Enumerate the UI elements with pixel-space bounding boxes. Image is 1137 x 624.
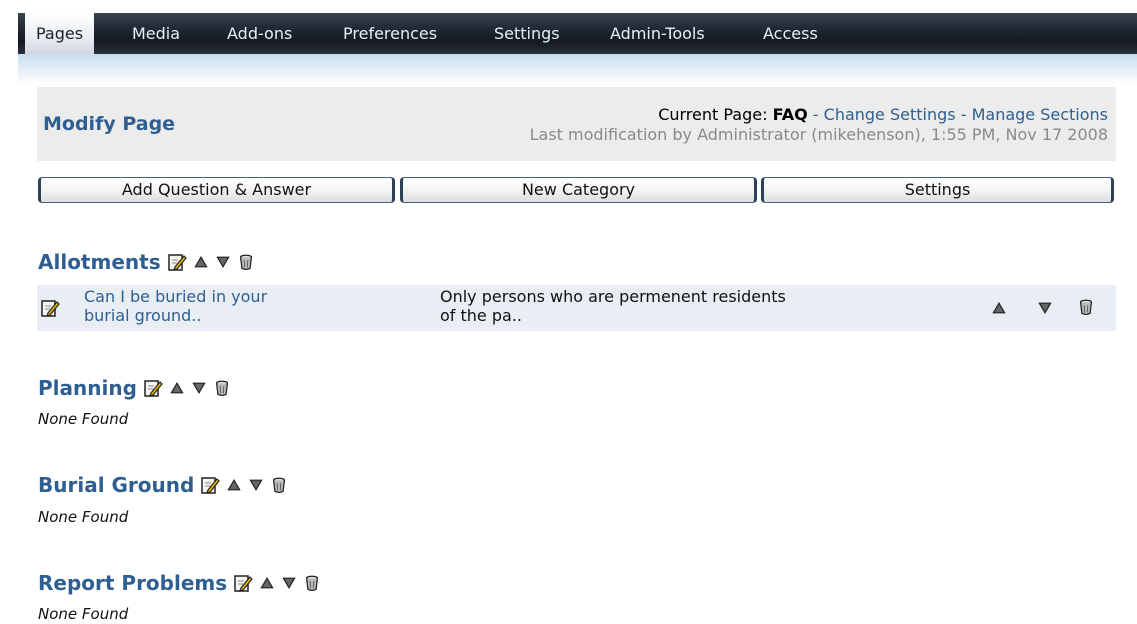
question-text-line2: burial ground.. — [84, 306, 202, 325]
move-down-icon[interactable] — [191, 380, 207, 396]
empty-message: None Found — [38, 605, 129, 623]
move-up-icon[interactable] — [991, 300, 1007, 316]
move-down-icon[interactable] — [281, 575, 297, 591]
answer-text-line1: Only persons who are permenent residents — [440, 287, 786, 306]
page-header: Modify Page Current Page: FAQ - Change S… — [37, 87, 1116, 161]
tab-access[interactable]: Access — [763, 13, 818, 54]
tab-admin-tools[interactable]: Admin-Tools — [610, 13, 705, 54]
page-info: Current Page: FAQ - Change Settings - Ma… — [530, 105, 1108, 145]
move-up-icon[interactable] — [226, 477, 242, 493]
question-text-line1: Can I be buried in your — [84, 287, 268, 306]
separator: - — [960, 105, 967, 124]
category-title[interactable]: Planning — [38, 376, 137, 400]
category-title[interactable]: Allotments — [38, 250, 161, 274]
current-page-label: Current Page: — [658, 105, 768, 124]
top-navigation: Pages Media Add-ons Preferences Settings… — [18, 13, 1137, 54]
last-modification-text: Last modification by Administrator (mike… — [529, 125, 1108, 144]
move-down-icon[interactable] — [215, 254, 231, 270]
manage-sections-link[interactable]: Manage Sections — [972, 105, 1108, 124]
delete-icon[interactable] — [303, 574, 321, 592]
edit-icon[interactable] — [143, 378, 163, 398]
new-category-button[interactable]: New Category — [400, 177, 757, 203]
move-up-icon[interactable] — [193, 254, 209, 270]
delete-icon[interactable] — [1077, 298, 1095, 316]
tab-preferences[interactable]: Preferences — [343, 13, 437, 54]
delete-icon[interactable] — [270, 476, 288, 494]
question-link[interactable]: Can I be buried in your burial ground.. — [84, 287, 364, 325]
category-allotments: Allotments — [38, 250, 255, 274]
answer-preview: Only persons who are permenent residents… — [440, 287, 860, 325]
delete-icon[interactable] — [213, 379, 231, 397]
tab-pages[interactable]: Pages — [25, 13, 95, 54]
empty-message: None Found — [38, 508, 129, 526]
category-planning: Planning — [38, 376, 231, 400]
separator: - — [812, 105, 819, 124]
tab-settings[interactable]: Settings — [494, 13, 560, 54]
move-up-icon[interactable] — [169, 380, 185, 396]
category-report-problems: Report Problems — [38, 571, 321, 595]
settings-button[interactable]: Settings — [761, 177, 1114, 203]
edit-icon[interactable] — [167, 252, 187, 272]
edit-icon[interactable] — [200, 475, 220, 495]
tab-add-ons[interactable]: Add-ons — [227, 13, 292, 54]
tab-media[interactable]: Media — [132, 13, 180, 54]
move-down-icon[interactable] — [1037, 300, 1053, 316]
delete-icon[interactable] — [237, 253, 255, 271]
question-row: Can I be buried in your burial ground.. … — [37, 285, 1116, 331]
answer-text-line2: of the pa.. — [440, 306, 522, 325]
category-burial-ground: Burial Ground — [38, 473, 288, 497]
move-up-icon[interactable] — [259, 575, 275, 591]
change-settings-link[interactable]: Change Settings — [824, 105, 956, 124]
current-page-name: FAQ — [772, 105, 808, 124]
category-title[interactable]: Report Problems — [38, 571, 227, 595]
add-question-answer-button[interactable]: Add Question & Answer — [38, 177, 395, 203]
edit-icon[interactable] — [233, 573, 253, 593]
category-title[interactable]: Burial Ground — [38, 473, 194, 497]
move-down-icon[interactable] — [248, 477, 264, 493]
nav-shadow — [18, 54, 1137, 84]
page-title: Modify Page — [43, 113, 176, 135]
edit-icon[interactable] — [40, 298, 60, 318]
empty-message: None Found — [38, 410, 129, 428]
